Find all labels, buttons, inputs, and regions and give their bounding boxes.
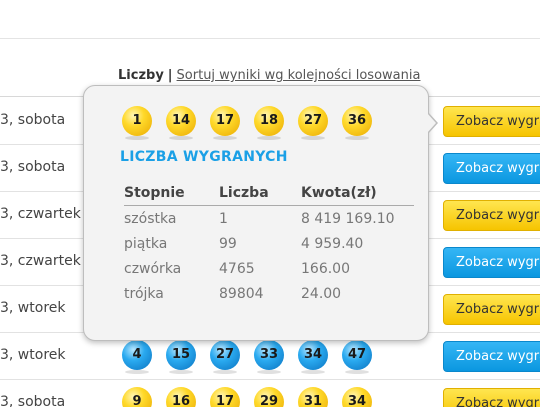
ball-shadow bbox=[345, 370, 369, 374]
header-separator: | bbox=[167, 68, 173, 83]
table-row: czwórka 4765 166.00 bbox=[124, 256, 414, 281]
ball-shadow bbox=[125, 370, 149, 374]
prize-table: Stopnie Liczba Kwota(zł) szóstka 1 8 419… bbox=[124, 185, 414, 306]
prize-tier: piątka bbox=[124, 236, 168, 252]
number-ball: 27 bbox=[298, 106, 328, 140]
draw-date: 3, sobota bbox=[0, 394, 66, 407]
number-ball: 17 bbox=[210, 106, 240, 140]
number-ball: 31 bbox=[298, 387, 328, 407]
number-ball: 47 bbox=[342, 340, 372, 374]
number-ball: 33 bbox=[254, 340, 284, 374]
prize-tier: szóstka bbox=[124, 211, 177, 228]
top-divider bbox=[0, 38, 540, 39]
number-ball: 34 bbox=[298, 340, 328, 374]
ball-shadow bbox=[169, 136, 193, 140]
prize-amount: 166.00 bbox=[301, 261, 350, 277]
ball-shadow bbox=[213, 136, 237, 140]
ball-shadow bbox=[301, 136, 325, 140]
draw-date: 3, czwartek bbox=[0, 206, 81, 222]
number-ball: 34 bbox=[342, 387, 372, 407]
number-ball: 18 bbox=[254, 106, 284, 140]
ball-number: 34 bbox=[347, 394, 367, 407]
prize-table-header: Stopnie Liczba Kwota(zł) bbox=[124, 185, 414, 206]
sort-by-draw-order-link[interactable]: Sortuj wyniki wg kolejności losowania bbox=[177, 68, 421, 83]
column-header-amount: Kwota(zł) bbox=[301, 185, 414, 206]
draw-date: 3, wtorek bbox=[0, 300, 66, 316]
number-ball: 36 bbox=[342, 106, 372, 140]
ball-shadow bbox=[125, 136, 149, 140]
ball-shadow bbox=[301, 370, 325, 374]
view-winnings-button[interactable]: Zobacz wygrane bbox=[443, 388, 540, 407]
ball-number: 14 bbox=[171, 113, 191, 128]
view-winnings-button[interactable]: Zobacz wygrane bbox=[443, 247, 540, 278]
number-ball: 17 bbox=[210, 387, 240, 407]
number-ball: 4 bbox=[122, 340, 152, 374]
prize-amount: 8 419 169.10 bbox=[301, 211, 395, 228]
number-ball: 29 bbox=[254, 387, 284, 407]
numbers-label: Liczby bbox=[118, 68, 164, 83]
ball-number: 27 bbox=[303, 113, 323, 128]
view-winnings-button[interactable]: Zobacz wygrane bbox=[443, 341, 540, 372]
ball-number: 15 bbox=[171, 347, 191, 362]
popup-arrow-inner bbox=[427, 113, 436, 133]
table-row: trójka 89804 24.00 bbox=[124, 281, 414, 306]
ball-shadow bbox=[345, 136, 369, 140]
ball-shadow bbox=[169, 370, 193, 374]
number-ball: 27 bbox=[210, 340, 240, 374]
number-ball: 1 bbox=[122, 106, 152, 140]
ball-number: 33 bbox=[259, 347, 279, 362]
draw-date: 3, wtorek bbox=[0, 347, 66, 363]
draw-date: 3, czwartek bbox=[0, 253, 81, 269]
ball-number: 16 bbox=[171, 394, 191, 407]
ball-number: 36 bbox=[347, 113, 367, 128]
ball-number: 27 bbox=[215, 347, 235, 362]
winner-count: 99 bbox=[219, 236, 237, 252]
ball-number: 1 bbox=[132, 113, 142, 128]
prize-amount: 24.00 bbox=[301, 286, 342, 302]
winner-count: 1 bbox=[219, 211, 228, 228]
ball-number: 17 bbox=[215, 394, 235, 407]
winner-count: 89804 bbox=[219, 286, 264, 302]
view-winnings-button[interactable]: Zobacz wygrane bbox=[443, 153, 540, 184]
results-header: Liczby | Sortuj wyniki wg kolejności losow… bbox=[118, 68, 420, 83]
column-header-tiers: Stopnie bbox=[124, 185, 219, 206]
draw-date: 3, sobota bbox=[0, 112, 66, 128]
view-winnings-button[interactable]: Zobacz wygrane bbox=[443, 106, 540, 137]
number-ball: 16 bbox=[166, 387, 196, 407]
ball-shadow bbox=[213, 370, 237, 374]
column-header-count: Liczba bbox=[219, 185, 301, 206]
number-ball: 15 bbox=[166, 340, 196, 374]
ball-number: 31 bbox=[303, 394, 323, 407]
table-row: 3, sobota 9 16 17 29 31 34 Zobacz wygrane bbox=[0, 380, 540, 407]
ball-number: 29 bbox=[259, 394, 279, 407]
ball-number: 17 bbox=[215, 113, 235, 128]
popup-title: LICZBA WYGRANYCH bbox=[120, 149, 288, 165]
winnings-popup: 1 14 17 18 27 36 LICZBA WYGRANYCH Stopnie Lic… bbox=[83, 85, 438, 341]
draw-date: 3, sobota bbox=[0, 159, 66, 175]
ball-shadow bbox=[257, 370, 281, 374]
ball-number: 9 bbox=[132, 394, 142, 407]
view-winnings-button[interactable]: Zobacz wygrane bbox=[443, 200, 540, 231]
ball-shadow bbox=[257, 136, 281, 140]
number-ball: 9 bbox=[122, 387, 152, 407]
table-row: piątka 99 4 959.40 bbox=[124, 231, 414, 256]
prize-amount: 4 959.40 bbox=[301, 236, 364, 252]
ball-number: 47 bbox=[347, 347, 367, 362]
winner-count: 4765 bbox=[219, 261, 255, 277]
view-winnings-button[interactable]: Zobacz wygrane bbox=[443, 294, 540, 325]
ball-number: 18 bbox=[259, 113, 279, 128]
number-ball: 14 bbox=[166, 106, 196, 140]
table-row: szóstka 1 8 419 169.10 bbox=[124, 206, 414, 231]
ball-number: 34 bbox=[303, 347, 323, 362]
prize-tier: trójka bbox=[124, 286, 164, 302]
ball-number: 4 bbox=[132, 347, 142, 362]
prize-tier: czwórka bbox=[124, 261, 182, 277]
